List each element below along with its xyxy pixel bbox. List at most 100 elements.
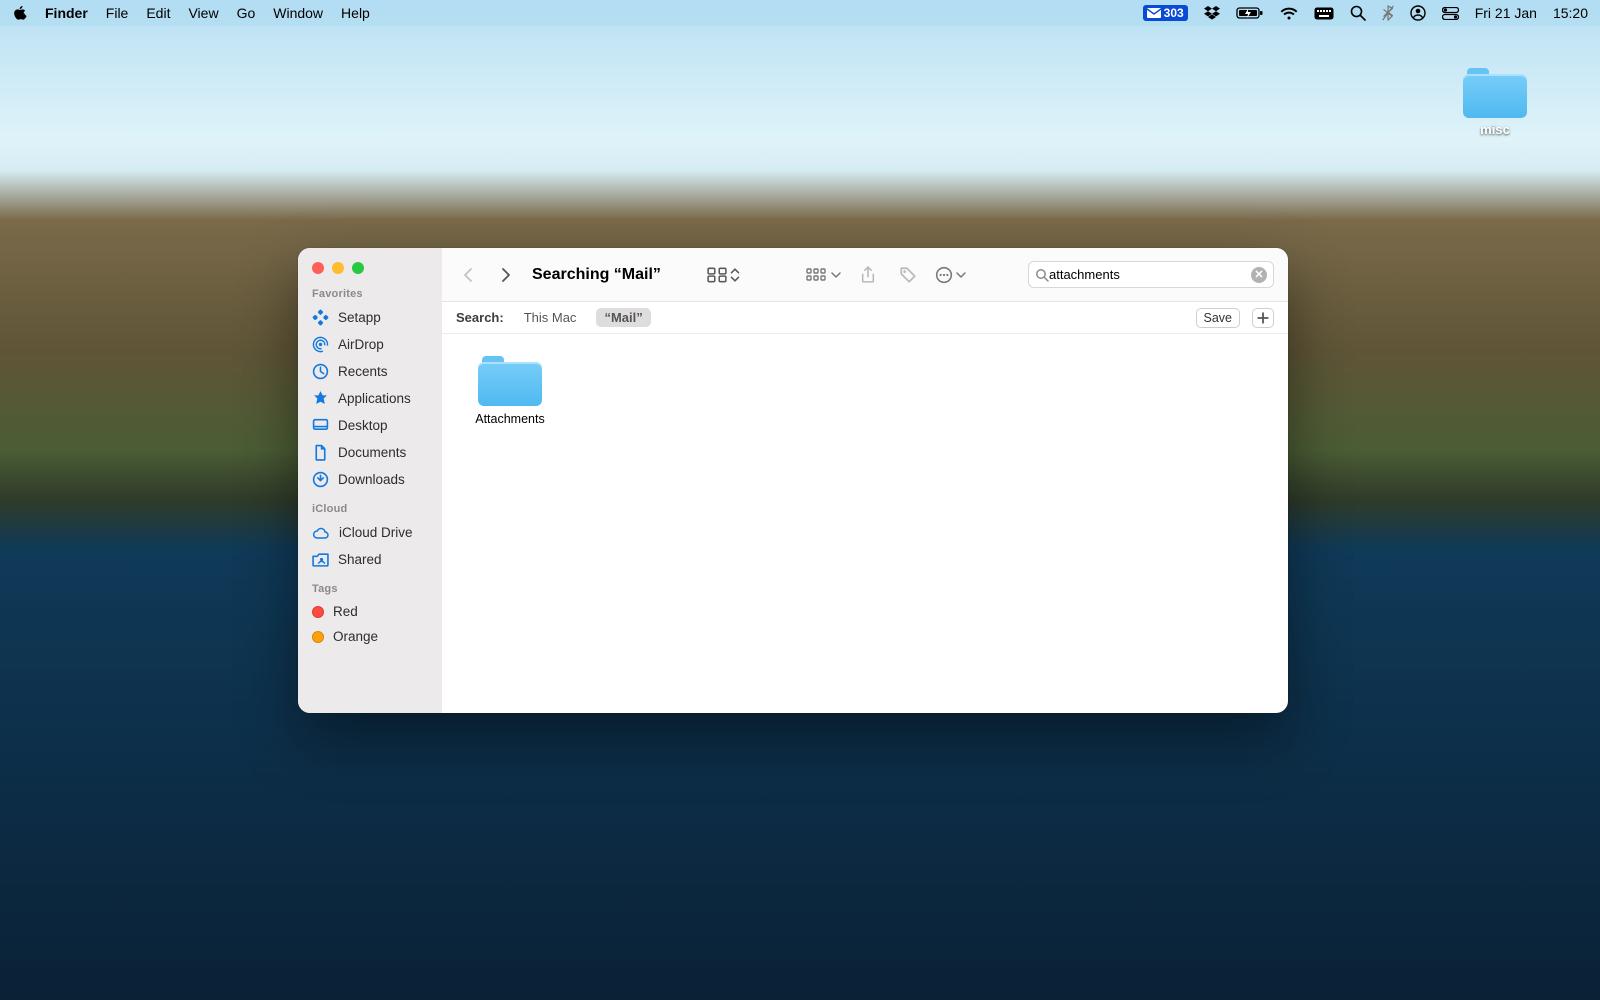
scope-this-mac[interactable]: This Mac xyxy=(516,308,585,327)
sidebar-item-label: Red xyxy=(333,604,358,619)
window-controls xyxy=(298,260,442,288)
sidebar-item-label: Desktop xyxy=(338,418,388,433)
close-button[interactable] xyxy=(312,262,324,274)
sidebar-item-icloud-drive[interactable]: iCloud Drive xyxy=(298,519,442,546)
sidebar-item-label: Applications xyxy=(338,391,411,406)
sidebar-item-recents[interactable]: Recents xyxy=(298,358,442,385)
user-menu-extra[interactable] xyxy=(1410,5,1426,21)
download-icon xyxy=(312,471,329,488)
dropbox-menu-extra[interactable] xyxy=(1204,6,1220,20)
forward-button[interactable] xyxy=(494,263,518,287)
share-icon xyxy=(860,266,876,284)
chevron-left-icon xyxy=(462,267,474,283)
search-scope-bar: Search: This Mac “Mail” Save xyxy=(442,302,1288,334)
menu-window[interactable]: Window xyxy=(273,5,323,21)
tag-button[interactable] xyxy=(895,263,921,287)
sidebar-item-documents[interactable]: Documents xyxy=(298,439,442,466)
shared-icon xyxy=(312,551,329,568)
search-input[interactable] xyxy=(1049,267,1251,282)
search-icon xyxy=(1350,5,1366,21)
group-icon xyxy=(806,267,828,283)
sidebar-tag-red[interactable]: Red xyxy=(298,599,442,624)
dropbox-icon xyxy=(1204,6,1220,20)
save-search-button[interactable]: Save xyxy=(1196,308,1241,328)
mail-menu-extra[interactable]: 303 xyxy=(1143,5,1188,21)
setapp-icon xyxy=(312,309,329,326)
user-icon xyxy=(1410,5,1426,21)
finder-pane: Searching “Mail” ✕ xyxy=(442,248,1288,713)
apple-icon xyxy=(12,5,27,21)
sidebar-item-label: AirDrop xyxy=(338,337,384,352)
zoom-button[interactable] xyxy=(352,262,364,274)
search-field[interactable]: ✕ xyxy=(1028,261,1274,288)
clock-icon xyxy=(312,363,329,380)
menubar-date[interactable]: Fri 21 Jan xyxy=(1475,5,1537,21)
share-button[interactable] xyxy=(855,263,881,287)
menu-view[interactable]: View xyxy=(188,5,218,21)
sidebar-item-setapp[interactable]: Setapp xyxy=(298,304,442,331)
sidebar-heading-tags: Tags xyxy=(298,583,442,599)
icon-view-icon xyxy=(707,267,727,283)
mail-count: 303 xyxy=(1164,6,1184,20)
result-folder-attachments[interactable]: Attachments xyxy=(468,356,552,426)
menubar-app-name[interactable]: Finder xyxy=(45,5,88,21)
cloud-icon xyxy=(312,524,330,541)
minimize-button[interactable] xyxy=(332,262,344,274)
view-mode-button[interactable] xyxy=(707,267,740,283)
folder-icon xyxy=(478,356,542,406)
sidebar-item-label: Shared xyxy=(338,552,382,567)
finder-window: Favorites Setapp AirDrop Recents Applica… xyxy=(298,248,1288,713)
sidebar-tag-orange[interactable]: Orange xyxy=(298,624,442,649)
results-area[interactable]: Attachments xyxy=(442,334,1288,713)
tag-dot-icon xyxy=(312,606,324,618)
menu-file[interactable]: File xyxy=(106,5,129,21)
sidebar-item-downloads[interactable]: Downloads xyxy=(298,466,442,493)
sidebar-item-label: iCloud Drive xyxy=(339,525,413,540)
sidebar-item-label: Recents xyxy=(338,364,388,379)
menu-go[interactable]: Go xyxy=(237,5,256,21)
ellipsis-circle-icon xyxy=(935,266,953,284)
sidebar-item-shared[interactable]: Shared xyxy=(298,546,442,573)
clear-search-button[interactable]: ✕ xyxy=(1251,267,1267,283)
wifi-icon xyxy=(1280,7,1298,20)
result-label: Attachments xyxy=(475,412,544,426)
plus-icon xyxy=(1257,312,1269,324)
sidebar-item-label: Orange xyxy=(333,629,378,644)
battery-menu-extra[interactable] xyxy=(1236,6,1264,20)
battery-icon xyxy=(1236,6,1264,20)
sidebar-item-label: Downloads xyxy=(338,472,405,487)
mail-icon xyxy=(1147,8,1161,18)
back-button[interactable] xyxy=(456,263,480,287)
control-center-menu-extra[interactable] xyxy=(1442,7,1459,20)
apple-menu[interactable] xyxy=(12,5,27,21)
wifi-menu-extra[interactable] xyxy=(1280,7,1298,20)
spotlight-menu-extra[interactable] xyxy=(1350,5,1366,21)
airdrop-icon xyxy=(312,336,329,353)
tag-dot-icon xyxy=(312,631,324,643)
window-title: Searching “Mail” xyxy=(532,266,661,284)
scope-mail[interactable]: “Mail” xyxy=(596,308,650,327)
action-menu-button[interactable] xyxy=(935,266,966,284)
keyboard-icon xyxy=(1314,7,1334,20)
scope-label: Search: xyxy=(456,310,504,325)
doc-icon xyxy=(312,444,329,461)
menubar-time[interactable]: 15:20 xyxy=(1553,5,1588,21)
chevron-updown-icon xyxy=(730,268,740,282)
add-criteria-button[interactable] xyxy=(1252,308,1274,328)
bluetooth-off-icon xyxy=(1382,5,1394,21)
sidebar-item-applications[interactable]: Applications xyxy=(298,385,442,412)
keyboard-menu-extra[interactable] xyxy=(1314,7,1334,20)
desktop-folder-misc[interactable]: misc xyxy=(1450,68,1540,137)
menu-help[interactable]: Help xyxy=(341,5,370,21)
menubar: Finder File Edit View Go Window Help 303 xyxy=(0,0,1600,26)
tag-icon xyxy=(899,266,917,284)
bluetooth-menu-extra[interactable] xyxy=(1382,5,1394,21)
control-center-icon xyxy=(1442,7,1459,20)
group-by-button[interactable] xyxy=(806,267,841,283)
menu-edit[interactable]: Edit xyxy=(146,5,170,21)
apps-icon xyxy=(312,390,329,407)
sidebar-item-label: Documents xyxy=(338,445,406,460)
sidebar-item-airdrop[interactable]: AirDrop xyxy=(298,331,442,358)
chevron-down-icon xyxy=(956,271,966,279)
sidebar-item-desktop[interactable]: Desktop xyxy=(298,412,442,439)
